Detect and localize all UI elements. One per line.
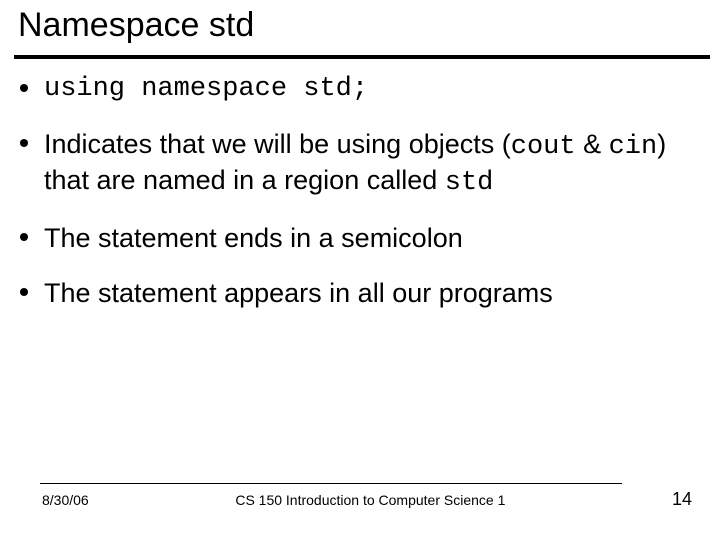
bullet-dot bbox=[20, 84, 28, 92]
title-underline bbox=[14, 55, 710, 59]
bullet-2: Indicates that we will be using objects … bbox=[44, 128, 700, 200]
bullet-1-text: using namespace std; bbox=[44, 74, 368, 104]
footer-date: 8/30/06 bbox=[42, 492, 89, 508]
bullet-dot bbox=[20, 288, 28, 296]
code-std: std bbox=[445, 168, 494, 198]
footer-page: 14 bbox=[652, 489, 692, 510]
bullet-3: The statement ends in a semicolon bbox=[44, 222, 700, 255]
footer-course: CS 150 Introduction to Computer Science … bbox=[89, 492, 652, 508]
code-cout: cout bbox=[511, 132, 576, 162]
slide-title: Namespace std bbox=[18, 6, 710, 45]
bullet-3-text: The statement ends in a semicolon bbox=[44, 223, 463, 253]
bullet-2-text-a: Indicates that we will be using objects … bbox=[44, 129, 511, 159]
footer-rule bbox=[40, 483, 622, 484]
bullet-1: using namespace std; bbox=[44, 73, 700, 106]
bullet-4-text: The statement appears in all our program… bbox=[44, 278, 553, 308]
bullet-2-amp: & bbox=[576, 129, 609, 159]
bullet-4: The statement appears in all our program… bbox=[44, 277, 700, 310]
code-cin: cin bbox=[609, 132, 658, 162]
bullet-dot bbox=[20, 139, 28, 147]
footer: 8/30/06 CS 150 Introduction to Computer … bbox=[0, 489, 720, 510]
content-area: using namespace std; Indicates that we w… bbox=[0, 73, 720, 310]
bullet-dot bbox=[20, 233, 28, 241]
